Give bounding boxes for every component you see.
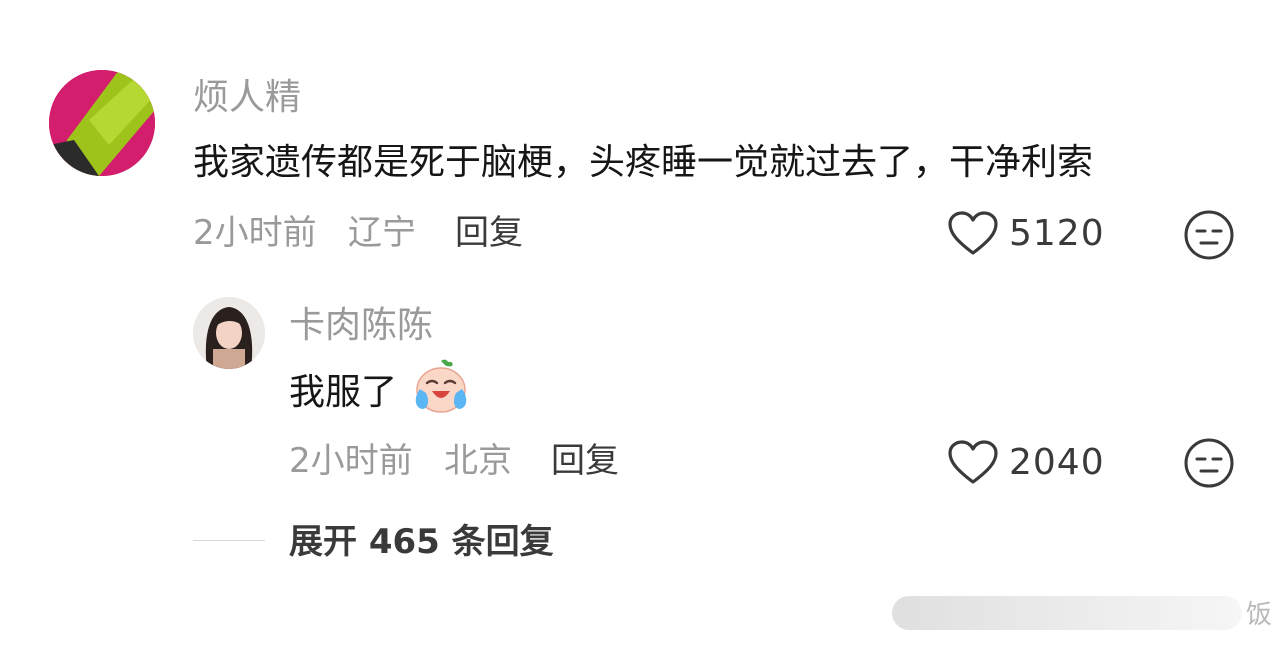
like-button[interactable]: 5120 — [947, 211, 1105, 257]
heart-icon — [948, 440, 998, 484]
reply-time: 2小时前 — [289, 441, 413, 481]
comment-username[interactable]: 烦人精 — [193, 76, 301, 120]
watermark-text: 饭 — [1245, 600, 1272, 630]
avatar[interactable] — [49, 70, 155, 176]
expand-divider — [193, 540, 265, 541]
crying-laughing-emoji-icon — [412, 359, 470, 419]
reply-location: 北京 — [444, 441, 512, 481]
comment-time: 2小时前 — [193, 213, 317, 253]
reply-username[interactable]: 卡肉陈陈 — [289, 304, 433, 348]
comment-location: 辽宁 — [348, 213, 416, 253]
watermark-bar — [891, 595, 1242, 630]
reply-dislike-button[interactable] — [1183, 437, 1235, 493]
portrait-avatar-icon — [193, 297, 265, 369]
reply-button[interactable]: 回复 — [455, 212, 523, 254]
dislike-button[interactable] — [1183, 209, 1235, 265]
dislike-face-icon — [1184, 438, 1234, 488]
avatar-image-icon — [49, 70, 155, 176]
watermark: 饭 — [891, 594, 1272, 631]
comment-text: 我家遗传都是死于脑梗，头疼睡一觉就过去了，干净利索 — [193, 142, 1094, 183]
reply-like-count: 2040 — [1009, 442, 1105, 483]
expand-replies-button[interactable]: 展开 465 条回复 — [289, 520, 554, 564]
like-count: 5120 — [1009, 213, 1105, 254]
reply-avatar[interactable] — [193, 297, 265, 369]
heart-icon — [948, 211, 998, 255]
reply-reply-button[interactable]: 回复 — [551, 440, 619, 482]
reply-like-button[interactable]: 2040 — [947, 440, 1105, 486]
reply-text: 我服了 — [289, 372, 398, 413]
dislike-face-icon — [1184, 210, 1234, 260]
